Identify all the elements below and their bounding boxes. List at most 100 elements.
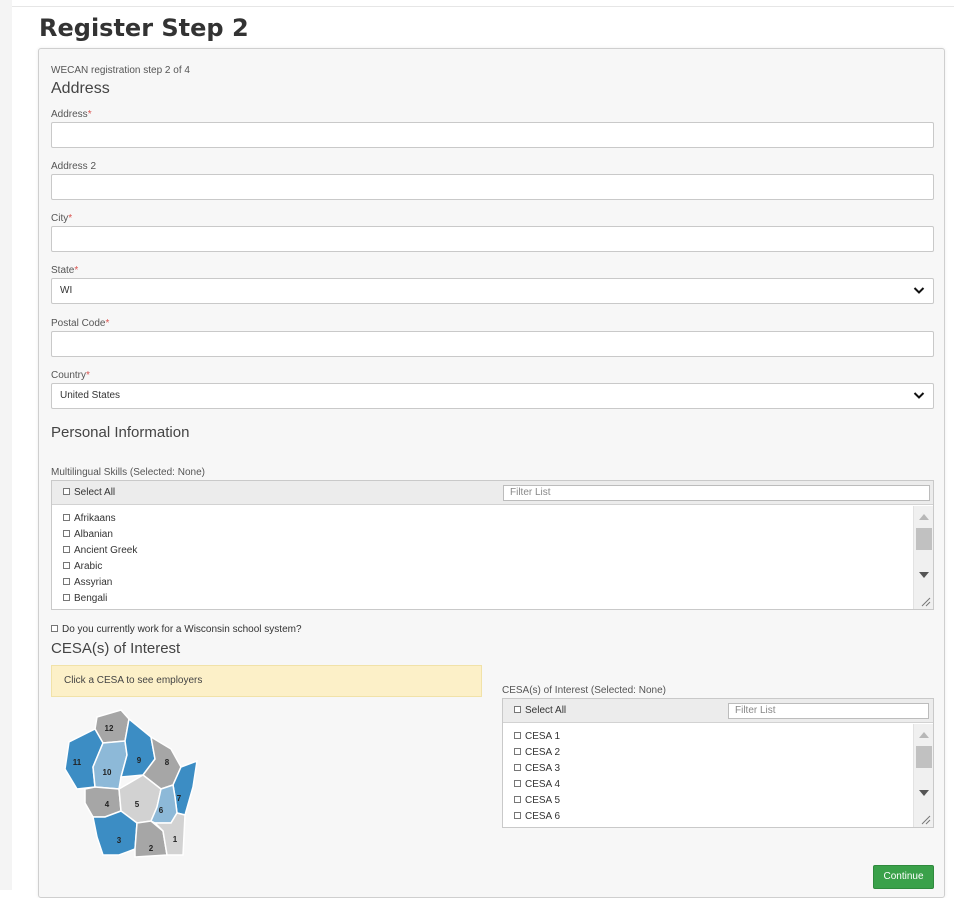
scroll-thumb[interactable] (916, 528, 932, 550)
cesa-items: CESA 1 CESA 2 CESA 3 CESA 4 CESA 5 CESA 6 (514, 729, 560, 825)
state-label: State* (51, 265, 78, 276)
checkbox-icon (63, 578, 70, 585)
cesa-scrollbar[interactable] (913, 724, 933, 827)
top-border (0, 6, 954, 7)
city-label-text: City (51, 213, 69, 224)
language-items: Afrikaans Albanian Ancient Greek Arabic Assy… (63, 511, 137, 607)
cesa-section-title: CESA(s) of Interest (51, 640, 181, 657)
multilingual-label: Multilingual Skills (Selected: None) (51, 467, 205, 478)
language-option[interactable]: Ancient Greek (63, 543, 137, 559)
checkbox-icon (63, 530, 70, 537)
language-option-label: Ancient Greek (74, 545, 138, 556)
checkbox-icon (514, 812, 521, 819)
chevron-down-icon (913, 287, 925, 294)
checkbox-icon (514, 764, 521, 771)
language-option-label: Assyrian (74, 577, 113, 588)
country-select[interactable]: United States (51, 383, 934, 409)
country-value: United States (60, 390, 121, 401)
listbox-header: Select All Filter List (52, 481, 933, 505)
resize-grip-icon[interactable] (919, 813, 931, 825)
address-input[interactable] (51, 122, 934, 148)
cesa-filter-input[interactable]: Filter List (728, 703, 929, 719)
address-section-title: Address (51, 80, 110, 97)
cesa-option[interactable]: CESA 2 (514, 745, 560, 761)
cesa-option-label: CESA 1 (525, 731, 561, 742)
language-option-label: Afrikaans (74, 513, 116, 524)
required-marker: * (105, 318, 110, 329)
map-label-2: 2 (149, 844, 154, 853)
checkbox-icon (63, 594, 70, 601)
state-label-text: State (51, 265, 75, 276)
select-all-label: Select All (74, 487, 116, 498)
checkbox-icon (63, 562, 70, 569)
cesa-option-label: CESA 3 (525, 763, 561, 774)
required-marker: * (68, 213, 73, 224)
language-option[interactable]: Assyrian (63, 575, 137, 591)
state-value: WI (60, 285, 73, 296)
cesa-option[interactable]: CESA 5 (514, 793, 560, 809)
checkbox-icon (63, 546, 70, 553)
map-label-1: 1 (173, 835, 178, 844)
cesa-option-label: CESA 6 (525, 811, 561, 822)
map-label-10: 10 (103, 768, 112, 777)
map-label-11: 11 (73, 758, 82, 767)
language-scrollbar[interactable] (913, 506, 933, 609)
checkbox-icon (514, 748, 521, 755)
map-label-12: 12 (105, 724, 114, 733)
checkbox-icon (514, 796, 521, 803)
scroll-up-icon[interactable] (919, 732, 929, 738)
scroll-down-icon[interactable] (919, 572, 929, 578)
city-label: City* (51, 213, 72, 224)
checkbox-icon (63, 488, 70, 495)
language-option-label: Arabic (74, 561, 103, 572)
required-marker: * (87, 109, 92, 120)
chevron-down-icon (913, 392, 925, 399)
wisconsin-school-checkbox[interactable]: Do you currently work for a Wisconsin sc… (51, 624, 302, 635)
cesa-notice: Click a CESA to see employers (51, 665, 482, 697)
checkbox-icon (514, 732, 521, 739)
map-label-3: 3 (117, 836, 122, 845)
checkbox-icon (51, 625, 58, 632)
cesa-option[interactable]: CESA 6 (514, 809, 560, 825)
cesa-option[interactable]: CESA 1 (514, 729, 560, 745)
language-option[interactable]: Arabic (63, 559, 137, 575)
cesa-listbox: Select All Filter List CESA 1 CESA 2 CESA … (502, 698, 934, 828)
scroll-up-icon[interactable] (919, 514, 929, 520)
cesa-option[interactable]: CESA 4 (514, 777, 560, 793)
city-input[interactable] (51, 226, 934, 252)
personal-info-section-title: Personal Information (51, 424, 190, 441)
multilingual-listbox: Select All Filter List Afrikaans Albanian… (51, 480, 934, 610)
scroll-thumb[interactable] (916, 746, 932, 768)
page-title: Register Step 2 (39, 14, 249, 42)
cesa-option[interactable]: CESA 3 (514, 761, 560, 777)
language-option[interactable]: Afrikaans (63, 511, 137, 527)
address2-input[interactable] (51, 174, 934, 200)
map-label-6: 6 (159, 806, 164, 815)
required-marker: * (74, 265, 79, 276)
cesa-3-region[interactable] (92, 810, 138, 856)
language-option[interactable]: Bengali (63, 591, 137, 607)
left-gutter (0, 0, 12, 890)
postal-code-label-text: Postal Code (51, 318, 106, 329)
language-option-label: Albanian (74, 529, 113, 540)
postal-code-input[interactable] (51, 331, 934, 357)
checkbox-icon (514, 780, 521, 787)
select-all-checkbox[interactable]: Select All (63, 487, 115, 498)
map-label-7: 7 (177, 794, 182, 803)
address-label: Address* (51, 109, 92, 120)
checkbox-icon (63, 514, 70, 521)
cesa-select-all-checkbox[interactable]: Select All (514, 705, 566, 716)
scroll-down-icon[interactable] (919, 790, 929, 796)
state-select[interactable]: WI (51, 278, 934, 304)
registration-panel: WECAN registration step 2 of 4 Address A… (38, 48, 945, 898)
map-label-5: 5 (135, 800, 140, 809)
required-marker: * (86, 370, 90, 381)
postal-code-label: Postal Code* (51, 318, 109, 329)
continue-button[interactable]: Continue (873, 865, 934, 889)
language-option[interactable]: Albanian (63, 527, 137, 543)
language-filter-input[interactable]: Filter List (503, 485, 930, 501)
select-all-label: Select All (525, 705, 567, 716)
resize-grip-icon[interactable] (919, 595, 931, 607)
wisconsin-question-label: Do you currently work for a Wisconsin sc… (62, 624, 302, 635)
cesa-list-label: CESA(s) of Interest (Selected: None) (502, 685, 666, 696)
